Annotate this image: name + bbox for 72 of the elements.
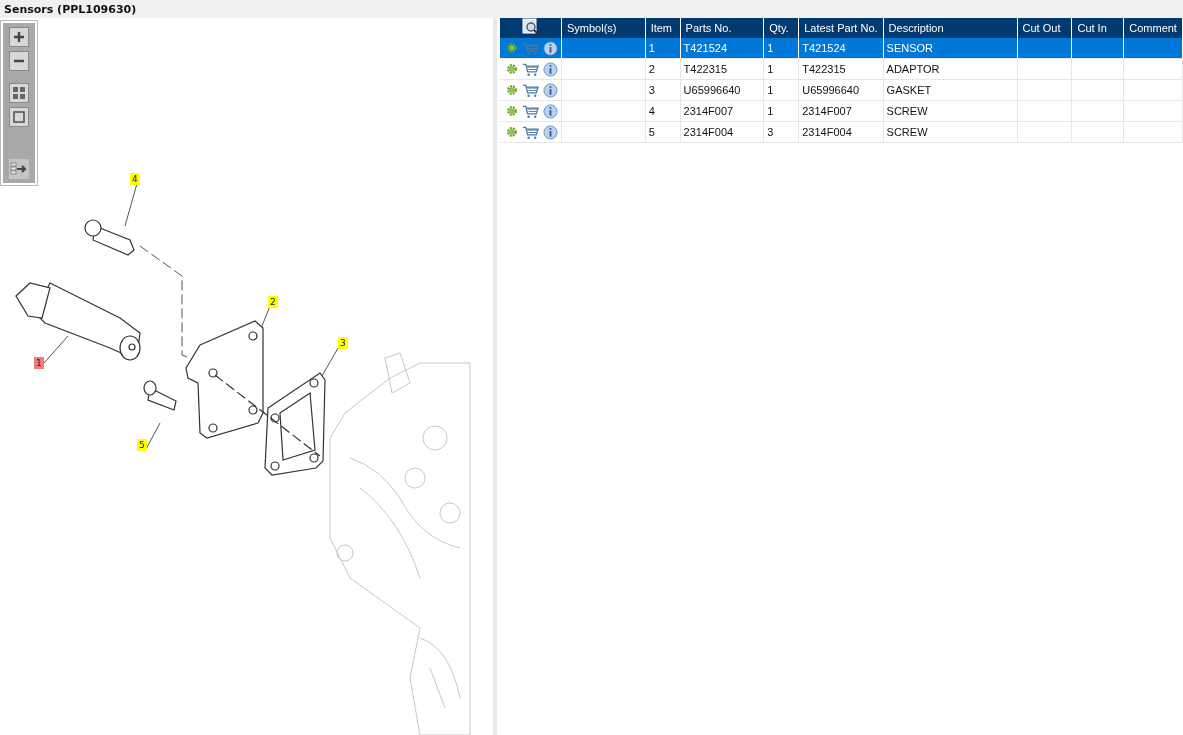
callout-label[interactable]: 2: [268, 296, 278, 308]
gear-icon[interactable]: [506, 126, 518, 138]
callout-label[interactable]: 1: [34, 357, 44, 369]
table-row[interactable]: 2 T422315 1 T422315 ADAPTOR: [500, 58, 1183, 80]
info-icon[interactable]: [543, 40, 558, 56]
table-cell: 2314F007: [683, 105, 734, 117]
fit-window-button[interactable]: [9, 107, 29, 127]
cart-icon[interactable]: [522, 103, 539, 119]
list-arrow-icon: [10, 161, 28, 177]
callout-label[interactable]: 4: [130, 173, 140, 185]
callout-label[interactable]: 3: [338, 337, 348, 349]
table-cell: 1: [767, 42, 774, 54]
gear-icon[interactable]: [506, 84, 518, 96]
grid-icon: [11, 85, 27, 101]
zoom-out-button[interactable]: [9, 51, 29, 71]
cart-icon[interactable]: [522, 82, 539, 98]
table-cell: SCREW: [886, 105, 928, 117]
info-icon[interactable]: [543, 124, 558, 140]
info-icon[interactable]: [543, 61, 558, 77]
table-row[interactable]: 5 2314F004 3 2314F004 SCREW: [500, 121, 1183, 143]
plus-icon: [11, 29, 27, 45]
table-row[interactable]: 4 2314F007 1 2314F007 SCREW: [500, 100, 1183, 122]
table-cell: SCREW: [886, 126, 928, 138]
gear-icon[interactable]: [506, 105, 518, 117]
search-icon[interactable]: [521, 18, 540, 36]
gear-icon[interactable]: [506, 63, 518, 75]
table-cell: 2314F004: [683, 126, 734, 138]
cart-icon[interactable]: [522, 124, 539, 140]
column-header[interactable]: Description: [883, 18, 1018, 38]
table-cell: 1: [767, 105, 774, 117]
table-cell: GASKET: [886, 84, 932, 96]
table-cell: 5: [648, 126, 655, 138]
toggle-panel-button[interactable]: [9, 159, 29, 179]
table-cell: U65996640: [802, 84, 860, 96]
column-header[interactable]: Item: [645, 18, 681, 38]
zoom-in-button[interactable]: [9, 27, 29, 47]
info-icon[interactable]: [543, 82, 558, 98]
table-cell: 2314F007: [802, 105, 852, 117]
column-header[interactable]: Symbol(s): [561, 18, 646, 38]
window-title: Sensors (PPL109630): [4, 2, 137, 16]
table-cell: T421524: [683, 42, 728, 54]
table-cell: ADAPTOR: [886, 63, 940, 75]
column-header[interactable]: Comment: [1123, 18, 1183, 38]
table-cell: U65996640: [683, 84, 741, 96]
table-cell: T422315: [683, 63, 728, 75]
leader-line: [321, 347, 339, 377]
column-header[interactable]: Qty.: [763, 18, 799, 38]
column-header[interactable]: Cut In: [1071, 18, 1124, 38]
info-icon[interactable]: [543, 103, 558, 119]
table-cell: T421524: [802, 42, 846, 54]
table-cell: 1: [648, 42, 655, 54]
table-row[interactable]: 1 T421524 1 T421524 SENSOR: [500, 38, 1183, 59]
table-cell: 1: [767, 63, 774, 75]
table-cell: 4: [648, 105, 655, 117]
screw-drawing: [143, 380, 177, 411]
table-cell: 2314F004: [802, 126, 852, 138]
table-cell: 3: [648, 84, 655, 96]
cart-icon[interactable]: [522, 61, 539, 77]
column-header[interactable]: Cut Out: [1017, 18, 1072, 38]
table-cell: 1: [767, 84, 774, 96]
square-icon: [11, 109, 27, 125]
table-cell: 3: [767, 126, 774, 138]
table-cell: SENSOR: [886, 42, 934, 54]
screw-drawing: [84, 219, 135, 256]
table-cell: 2: [648, 63, 655, 75]
leader-line: [43, 335, 69, 364]
table-cell: T422315: [802, 63, 846, 75]
fit-all-button[interactable]: [9, 83, 29, 103]
column-header[interactable]: Latest Part No.: [798, 18, 884, 38]
column-header[interactable]: Parts No.: [680, 18, 764, 38]
table-row[interactable]: 3 U65996640 1 U65996640 GASKET: [500, 79, 1183, 101]
callout-label[interactable]: 5: [137, 439, 147, 451]
